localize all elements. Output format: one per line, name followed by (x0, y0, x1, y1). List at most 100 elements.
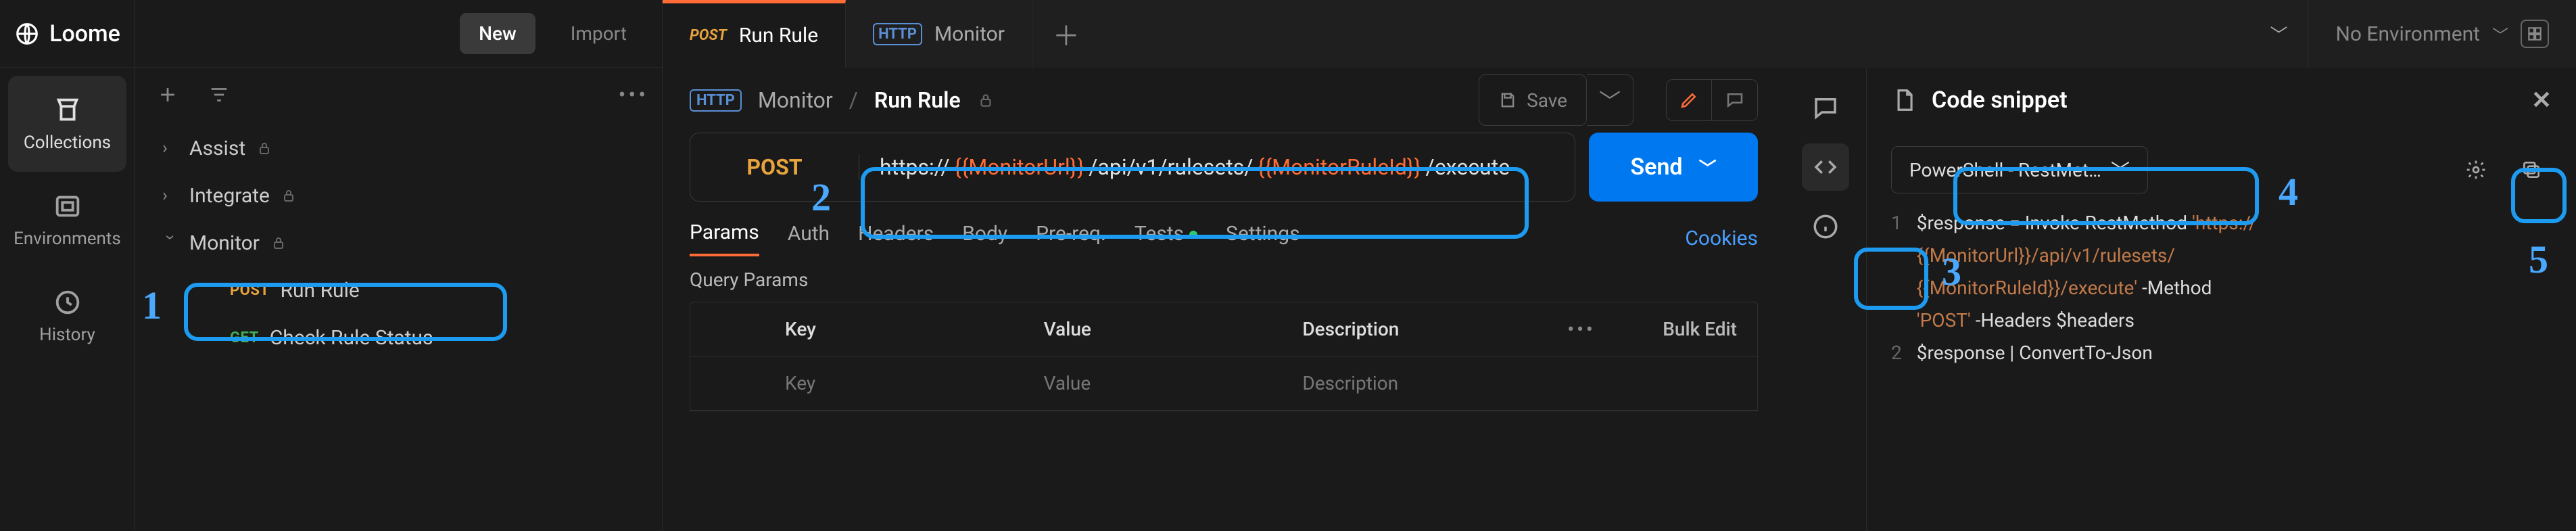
qp-key-input[interactable]: Key (765, 372, 1024, 394)
add-button[interactable] (149, 76, 187, 114)
tree-label: Run Rule (281, 279, 360, 302)
qp-desc-input[interactable]: Description (1282, 372, 1541, 394)
info-icon (1811, 212, 1840, 241)
pencil-icon (1679, 90, 1699, 110)
query-params-header-row: Key Value Description ••• Bulk Edit (690, 302, 1757, 356)
col-key: Key (765, 318, 1024, 340)
request-header: HTTP Monitor / Run Rule Save ﹀ (663, 68, 1785, 133)
snippet-title: Code snippet (1932, 87, 2068, 114)
left-rail: Loome Collections Environments History (0, 0, 135, 531)
url-input[interactable]: https:// {{MonitorUrl}} /api/v1/rulesets… (859, 154, 1575, 180)
bulk-edit-button[interactable]: Bulk Edit (1622, 318, 1757, 340)
cookies-link[interactable]: Cookies (1685, 227, 1758, 250)
rail-environments[interactable]: Environments (0, 172, 135, 268)
import-button[interactable]: Import (552, 13, 646, 54)
url-text: https:// (880, 154, 950, 180)
query-params-more-button[interactable]: ••• (1541, 318, 1622, 340)
lock-icon (270, 235, 287, 251)
url-var: {{MonitorRuleId}} (1257, 154, 1421, 180)
tab-run-rule[interactable]: POST Run Rule (663, 0, 846, 68)
tab-monitor[interactable]: HTTP Monitor (846, 0, 1032, 68)
url-var: {{MonitorUrl}} (954, 154, 1085, 180)
chevron-down-icon: ﹀ (2111, 156, 2130, 183)
code-gutter: 12 (1891, 207, 1917, 369)
lock-icon (281, 187, 297, 204)
request-area: HTTP Monitor / Run Rule Save ﹀ (663, 68, 1785, 531)
http-icon: HTTP (690, 89, 742, 112)
comment-button[interactable] (1712, 79, 1758, 121)
tree-label: Integrate (189, 184, 270, 208)
breadcrumb-parent[interactable]: Monitor (758, 87, 833, 113)
snippet-language-label: PowerShell - RestMet… (1909, 159, 2101, 181)
save-dropdown-button[interactable]: ﹀ (1587, 74, 1633, 126)
sidebar-more-button[interactable]: ••• (619, 82, 648, 108)
subtab-auth[interactable]: Auth (788, 222, 830, 255)
method-selector[interactable]: POST (690, 154, 859, 180)
query-params-table: Key Value Description ••• Bulk Edit Key … (690, 302, 1758, 411)
subtab-body[interactable]: Body (962, 222, 1007, 255)
tree-folder-monitor[interactable]: › Monitor (135, 219, 662, 267)
doc-icon (1891, 87, 1917, 113)
subtab-params[interactable]: Params (690, 221, 759, 256)
save-button[interactable]: Save (1479, 74, 1587, 126)
query-params-input-row[interactable]: Key Value Description (690, 356, 1757, 411)
snippet-copy-button[interactable] (2511, 149, 2552, 190)
rail-environments-label: Environments (14, 229, 121, 249)
environment-quicklook-button[interactable] (2521, 20, 2549, 48)
snippet-tools: PowerShell - RestMet… ﹀ (1867, 133, 2576, 207)
info-button[interactable] (1802, 203, 1849, 250)
tab-overflow-button[interactable]: ﹀ (2249, 0, 2308, 68)
filter-icon (208, 83, 231, 106)
tab-method: POST (690, 27, 727, 44)
tab-label: Run Rule (739, 24, 818, 47)
tree-request-check-rule-status[interactable]: GET Check Rule Status (135, 314, 662, 361)
edit-button[interactable] (1666, 79, 1712, 121)
rail-history[interactable]: History (0, 268, 135, 364)
col-value: Value (1024, 318, 1283, 340)
environment-selector[interactable]: No Environment ﹀ (2308, 0, 2576, 68)
code-text: $response = Invoke-RestMethod 'https:// … (1917, 207, 2552, 369)
subtab-tests-label: Tests (1135, 222, 1184, 246)
workspace-title[interactable]: Loome (0, 0, 135, 68)
snippet-language-selector[interactable]: PowerShell - RestMet… ﹀ (1891, 146, 2148, 193)
tests-dot-icon (1189, 231, 1197, 239)
tree-folder-assist[interactable]: › Assist (135, 124, 662, 172)
request-subtabs: Params Auth Headers Body Pre-req. Tests … (663, 202, 1785, 260)
send-button[interactable]: Send ﹀ (1589, 133, 1758, 202)
subtab-prereq[interactable]: Pre-req. (1036, 222, 1106, 255)
globe-icon (14, 21, 40, 47)
subtab-tests[interactable]: Tests (1135, 222, 1197, 255)
documentation-button[interactable] (1802, 84, 1849, 131)
url-text: /execute (1426, 154, 1510, 180)
tree-request-run-rule[interactable]: POST Run Rule (135, 267, 662, 314)
tab-add-button[interactable]: ＋ (1032, 0, 1100, 68)
col-desc: Description (1282, 318, 1541, 340)
comment-icon (1725, 90, 1745, 110)
lock-icon (977, 91, 995, 109)
code-snippet-button[interactable] (1802, 143, 1849, 191)
collections-icon (52, 95, 83, 126)
rail-collections[interactable]: Collections (8, 76, 126, 172)
method-label: POST (746, 154, 802, 180)
chevron-down-icon: ﹀ (1699, 155, 1717, 180)
code-icon (1811, 153, 1840, 181)
rail-history-label: History (39, 325, 95, 345)
snippet-settings-button[interactable] (2456, 149, 2496, 190)
app-root: Loome Collections Environments History N… (0, 0, 2576, 531)
filter-button[interactable] (200, 76, 238, 114)
save-icon (1498, 91, 1517, 110)
save-label: Save (1527, 89, 1567, 112)
url-box: POST https:// {{MonitorUrl}} /api/v1/rul… (690, 133, 1575, 202)
send-label: Send (1630, 154, 1682, 181)
new-button[interactable]: New (460, 13, 535, 54)
qp-value-input[interactable]: Value (1024, 372, 1283, 394)
subtab-headers[interactable]: Headers (858, 222, 934, 255)
subtab-settings[interactable]: Settings (1226, 222, 1300, 255)
snippet-code[interactable]: 12 $response = Invoke-RestMethod 'https:… (1867, 207, 2576, 369)
message-icon (1811, 93, 1840, 122)
tree-folder-integrate[interactable]: › Integrate (135, 172, 662, 219)
method-tag: GET (230, 329, 259, 346)
edit-mode-group (1666, 79, 1758, 121)
tree-label: Monitor (189, 231, 260, 255)
snippet-close-button[interactable]: ✕ (2531, 86, 2552, 114)
